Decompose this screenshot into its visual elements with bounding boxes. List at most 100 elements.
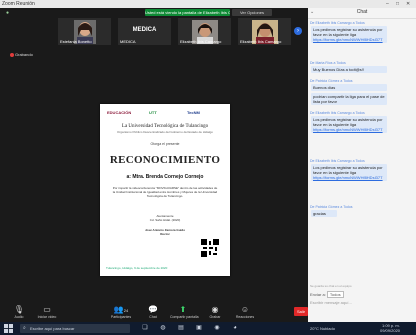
recipient-line: a: Mtra. Brenda Cornejo Cornejo xyxy=(100,174,230,180)
task-view-icon[interactable]: ❏ xyxy=(140,324,150,333)
chat-bubble: Los pedimos registrar su asistencia por … xyxy=(311,26,387,43)
certificate-body: Por impartir la videoconferencia "MOVIGU… xyxy=(112,186,218,198)
logo-utt: UTT xyxy=(149,110,157,115)
chat-text: Los pedimos registrar su asistencia por … xyxy=(313,165,383,175)
grant-text: Otorga el presente xyxy=(150,142,180,146)
file-explorer-icon[interactable]: ▤ xyxy=(176,324,186,333)
university-subtitle: Organismo Público Descentralizado del Go… xyxy=(117,130,213,134)
participant-tile[interactable]: MEDICA MEDICA xyxy=(118,18,171,45)
chat-text: Los pedimos registrar su asistencia por … xyxy=(313,27,383,37)
chat-bubble: Muy Buenos Días a todt@s!! xyxy=(311,66,387,73)
record-icon: ◉ xyxy=(211,305,219,314)
chat-sender: De Elizabeth Ibis Camargo a Todos xyxy=(310,111,365,115)
chat-notice: Se guarda su chat en el equipo xyxy=(310,284,352,288)
record-dot-icon xyxy=(10,52,14,57)
participants-label: Participantes xyxy=(110,315,132,319)
window-titlebar: Zoom Reunión – □ ✕ xyxy=(0,0,416,8)
chat-label: Chat xyxy=(149,315,157,319)
participant-tile[interactable]: Elizabeth Ibis Camargo xyxy=(178,18,231,45)
participant-tile[interactable]: Elizabeth Ibis Camargo xyxy=(238,18,291,45)
logo-tecnm: TecNM xyxy=(187,110,200,115)
chat-message: De Patricia Gómez a Todos gracias xyxy=(310,205,414,217)
participant-name: Elizabeth Ibis Camargo xyxy=(240,39,282,44)
participants-count: 24 xyxy=(123,308,129,313)
certificate-place: Atentamente Cd. Sahú Hidal. (2020) xyxy=(149,214,181,222)
leave-button[interactable]: Salir xyxy=(294,307,308,316)
view-options-button[interactable]: Ver Opciones xyxy=(232,9,272,16)
video-button[interactable]: ▭ Iniciar video xyxy=(34,304,60,319)
chat-message: De Elizabeth Ibis Camargo a Todos Los pe… xyxy=(310,159,414,181)
shared-document: EDUCACIÓN UTT TecNM La Universidad Tecno… xyxy=(100,104,230,276)
clock-date[interactable]: 09/09/2020 xyxy=(380,328,400,333)
mic-icon: 🎙 xyxy=(13,305,25,314)
logo-row: EDUCACIÓN UTT TecNM xyxy=(107,110,223,120)
meeting-toolbar: 🎙 Audio ▭ Iniciar video 👥24 Participantes 💬… xyxy=(0,302,308,322)
chat-message: podrían compartir la liga para el pase d… xyxy=(310,93,414,105)
chat-link[interactable]: https://forms.gle/nmcNWWHf8HDsI37T xyxy=(313,127,383,132)
send-to-label: Enviar a: xyxy=(310,292,326,297)
search-icon: ⌕ xyxy=(23,325,26,331)
record-label: Grabar xyxy=(209,315,221,319)
chat-button[interactable]: 💬 Chat xyxy=(140,304,166,319)
windows-start-icon[interactable] xyxy=(4,324,13,333)
recording-indicator: Grabando xyxy=(10,52,33,57)
participants-button[interactable]: 👥24 Participantes xyxy=(108,304,134,319)
recording-label: Grabando xyxy=(15,52,33,57)
chat-bubble: Buenos días xyxy=(311,84,387,91)
share-screen-button[interactable]: ⬆ Compartir pantalla xyxy=(170,304,199,319)
send-to-select[interactable]: Todos xyxy=(326,291,344,298)
chat-link[interactable]: https://forms.gle/nmcNWWHf8HDsI37T xyxy=(313,175,383,180)
share-banner: Usted está viendo la pantalla de Elizabe… xyxy=(145,9,230,16)
participant-name: MEDICA xyxy=(120,39,136,44)
meeting-stage: ● Usted está viendo la pantalla de Eliza… xyxy=(0,8,308,302)
chat-title: Chat xyxy=(356,9,368,15)
chat-message: De Marta Ríos a Todos Muy Buenos Días a … xyxy=(310,61,414,73)
chrome-icon[interactable]: ◕ xyxy=(230,324,240,333)
chat-sender: De Elizabeth Ibis Camargo a Todos xyxy=(310,21,365,25)
chat-icon: 💬 xyxy=(148,305,158,314)
certificate-signer: José Antonio Zamora Guido Rector xyxy=(144,228,186,236)
audio-button[interactable]: 🎙 Audio xyxy=(6,304,32,319)
window-title: Zoom Reunión xyxy=(2,1,35,7)
certificate-title: RECONOCIMIENTO xyxy=(109,154,221,166)
maximize-button[interactable]: □ xyxy=(396,0,399,8)
chat-bubble: gracias xyxy=(311,210,337,217)
reactions-label: Reacciones xyxy=(235,315,255,319)
reactions-icon: ☺ xyxy=(240,305,250,314)
chat-link[interactable]: https://forms.gle/nmcNWWHf8HDsI37T xyxy=(313,37,383,42)
qr-code-icon xyxy=(201,239,219,257)
chat-messages: De Elizabeth Ibis Camargo a Todos Los pe… xyxy=(308,19,416,283)
security-icon[interactable]: ● xyxy=(6,10,9,16)
share-label: Compartir pantalla xyxy=(170,315,199,319)
certificate-date: Tulancingo, Hidalgo, 9 de septiembre de … xyxy=(106,266,168,270)
chat-panel: ⌄ Chat De Elizabeth Ibis Camargo a Todos… xyxy=(308,8,416,322)
participant-initials: MEDICA xyxy=(132,27,157,33)
chat-header: ⌄ Chat xyxy=(308,8,416,19)
edge-browser-icon[interactable]: ◍ xyxy=(158,324,168,333)
search-placeholder: Escribe aquí para buscar xyxy=(30,326,75,331)
taskbar-search-input[interactable]: ⌕ Escribe aquí para buscar xyxy=(20,324,130,333)
chat-sender: De Patricia Gómez a Todos xyxy=(310,205,353,209)
chat-input[interactable]: Escribir mensaje aquí... xyxy=(310,300,412,314)
chat-bubble: Los pedimos registrar su asistencia por … xyxy=(311,116,387,133)
university-name: La Universidad Tecnológica de Tulancingo xyxy=(121,124,209,129)
participants-icon: 👥24 xyxy=(113,305,129,314)
chat-recipient: Enviar a: Todos xyxy=(310,291,344,298)
weather-widget[interactable]: 20°C Nublado xyxy=(310,326,335,331)
close-button[interactable]: ✕ xyxy=(406,0,410,8)
chat-sender: De Elizabeth Ibis Camargo a Todos xyxy=(310,159,365,163)
participant-strip: Estefania Bonetto MEDICA MEDICA Elizabet… xyxy=(58,18,294,45)
participant-name: Elizabeth Ibis Camargo xyxy=(180,39,222,44)
store-icon[interactable]: ▣ xyxy=(194,324,204,333)
next-page-button[interactable]: › xyxy=(294,27,302,35)
chat-message: De Patricia Gómez a Todos Buenos días xyxy=(310,79,414,91)
chat-bubble: Los pedimos registrar su asistencia por … xyxy=(311,164,387,181)
participant-tile[interactable]: Estefania Bonetto xyxy=(58,18,111,45)
chat-message: De Elizabeth Ibis Camargo a Todos Los pe… xyxy=(310,111,414,133)
share-screen-icon: ⬆ xyxy=(179,305,187,314)
record-button[interactable]: ◉ Grabar xyxy=(202,304,228,319)
minimize-button[interactable]: – xyxy=(386,0,389,8)
chat-message: De Elizabeth Ibis Camargo a Todos Los pe… xyxy=(310,21,414,43)
reactions-button[interactable]: ☺ Reacciones xyxy=(232,304,258,319)
zoom-app-icon[interactable]: ◉ xyxy=(212,324,222,333)
